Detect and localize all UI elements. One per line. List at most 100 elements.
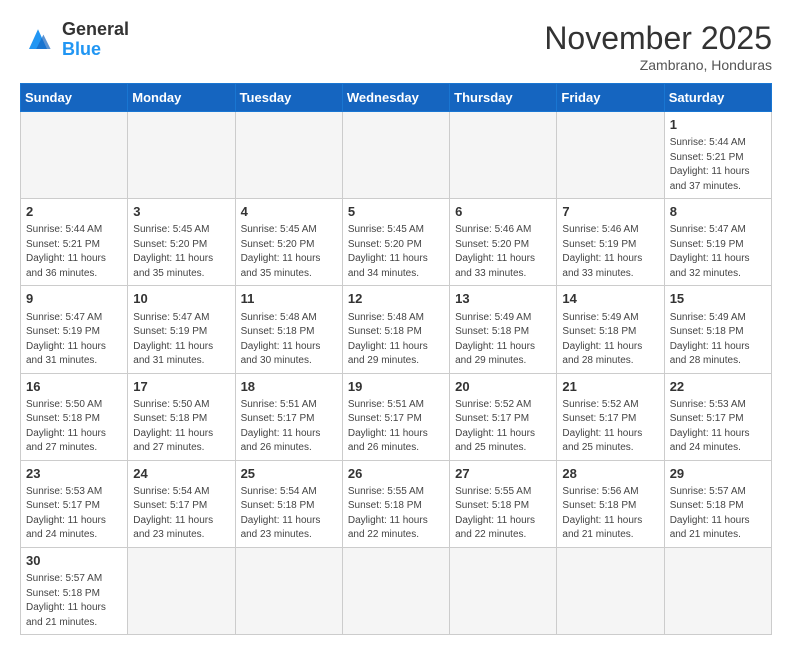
day-info: Sunrise: 5:57 AM Sunset: 5:18 PM Dayligh… bbox=[670, 485, 766, 543]
calendar-week-3: 9 Sunrise: 5:47 AM Sunset: 5:19 PM Daylig… bbox=[21, 286, 772, 373]
day-number: 20 bbox=[455, 378, 551, 396]
day-info: Sunrise: 5:57 AM Sunset: 5:18 PM Dayligh… bbox=[26, 572, 122, 630]
calendar-table: SundayMondayTuesdayWednesdayThursdayFrid… bbox=[20, 83, 772, 635]
calendar-cell bbox=[557, 547, 664, 634]
calendar-header-sunday: Sunday bbox=[21, 84, 128, 112]
location: Zambrano, Honduras bbox=[544, 57, 772, 73]
day-number: 9 bbox=[26, 290, 122, 308]
calendar-cell bbox=[450, 112, 557, 199]
calendar-week-6: 30 Sunrise: 5:57 AM Sunset: 5:18 PM Dayli… bbox=[21, 547, 772, 634]
logo-text: GeneralBlue bbox=[62, 20, 129, 60]
day-info: Sunrise: 5:47 AM Sunset: 5:19 PM Dayligh… bbox=[670, 223, 766, 281]
calendar-cell: 28 Sunrise: 5:56 AM Sunset: 5:18 PM Dayli… bbox=[557, 460, 664, 547]
day-number: 15 bbox=[670, 290, 766, 308]
day-number: 2 bbox=[26, 203, 122, 221]
logo: GeneralBlue bbox=[20, 20, 129, 60]
calendar-cell: 15Sunrise: 5:49 AM Sunset: 5:18 PM Dayli… bbox=[664, 286, 771, 373]
calendar-cell: 17 Sunrise: 5:50 AM Sunset: 5:18 PM Dayli… bbox=[128, 373, 235, 460]
calendar-cell: 25Sunrise: 5:54 AM Sunset: 5:18 PM Dayli… bbox=[235, 460, 342, 547]
calendar-week-1: 1 Sunrise: 5:44 AM Sunset: 5:21 PM Daylig… bbox=[21, 112, 772, 199]
day-info: Sunrise: 5:48 AM Sunset: 5:18 PM Dayligh… bbox=[241, 311, 337, 369]
day-number: 21 bbox=[562, 378, 658, 396]
day-info: Sunrise: 5:50 AM Sunset: 5:18 PM Dayligh… bbox=[133, 398, 229, 456]
day-info: Sunrise: 5:49 AM Sunset: 5:18 PM Dayligh… bbox=[455, 311, 551, 369]
calendar-cell bbox=[21, 112, 128, 199]
calendar-cell: 12 Sunrise: 5:48 AM Sunset: 5:18 PM Dayli… bbox=[342, 286, 449, 373]
calendar-cell bbox=[342, 112, 449, 199]
day-info: Sunrise: 5:44 AM Sunset: 5:21 PM Dayligh… bbox=[670, 136, 766, 194]
day-number: 7 bbox=[562, 203, 658, 221]
day-number: 25 bbox=[241, 465, 337, 483]
calendar-header-row: SundayMondayTuesdayWednesdayThursdayFrid… bbox=[21, 84, 772, 112]
calendar-header-monday: Monday bbox=[128, 84, 235, 112]
calendar-cell bbox=[235, 112, 342, 199]
day-info: Sunrise: 5:47 AM Sunset: 5:19 PM Dayligh… bbox=[26, 311, 122, 369]
calendar-cell bbox=[450, 547, 557, 634]
day-info: Sunrise: 5:48 AM Sunset: 5:18 PM Dayligh… bbox=[348, 311, 444, 369]
calendar-cell bbox=[235, 547, 342, 634]
calendar-cell: 13 Sunrise: 5:49 AM Sunset: 5:18 PM Dayli… bbox=[450, 286, 557, 373]
title-block: November 2025 Zambrano, Honduras bbox=[544, 20, 772, 73]
day-number: 22 bbox=[670, 378, 766, 396]
calendar-cell bbox=[128, 547, 235, 634]
calendar-cell: 9 Sunrise: 5:47 AM Sunset: 5:19 PM Daylig… bbox=[21, 286, 128, 373]
calendar-cell bbox=[557, 112, 664, 199]
calendar-cell: 3Sunrise: 5:45 AM Sunset: 5:20 PM Daylig… bbox=[128, 199, 235, 286]
calendar-cell: 1 Sunrise: 5:44 AM Sunset: 5:21 PM Daylig… bbox=[664, 112, 771, 199]
day-number: 30 bbox=[26, 552, 122, 570]
day-number: 5 bbox=[348, 203, 444, 221]
day-number: 13 bbox=[455, 290, 551, 308]
calendar-header-thursday: Thursday bbox=[450, 84, 557, 112]
day-info: Sunrise: 5:46 AM Sunset: 5:19 PM Dayligh… bbox=[562, 223, 658, 281]
day-number: 18 bbox=[241, 378, 337, 396]
day-info: Sunrise: 5:46 AM Sunset: 5:20 PM Dayligh… bbox=[455, 223, 551, 281]
calendar-cell: 23 Sunrise: 5:53 AM Sunset: 5:17 PM Dayli… bbox=[21, 460, 128, 547]
day-number: 1 bbox=[670, 116, 766, 134]
day-number: 26 bbox=[348, 465, 444, 483]
day-number: 11 bbox=[241, 290, 337, 308]
calendar-cell: 11 Sunrise: 5:48 AM Sunset: 5:18 PM Dayli… bbox=[235, 286, 342, 373]
day-number: 6 bbox=[455, 203, 551, 221]
calendar-cell: 8Sunrise: 5:47 AM Sunset: 5:19 PM Daylig… bbox=[664, 199, 771, 286]
day-number: 12 bbox=[348, 290, 444, 308]
day-info: Sunrise: 5:52 AM Sunset: 5:17 PM Dayligh… bbox=[455, 398, 551, 456]
day-number: 4 bbox=[241, 203, 337, 221]
calendar-cell: 6 Sunrise: 5:46 AM Sunset: 5:20 PM Daylig… bbox=[450, 199, 557, 286]
day-info: Sunrise: 5:53 AM Sunset: 5:17 PM Dayligh… bbox=[26, 485, 122, 543]
calendar-cell: 16Sunrise: 5:50 AM Sunset: 5:18 PM Dayli… bbox=[21, 373, 128, 460]
calendar-cell: 22 Sunrise: 5:53 AM Sunset: 5:17 PM Dayli… bbox=[664, 373, 771, 460]
calendar-cell: 14Sunrise: 5:49 AM Sunset: 5:18 PM Dayli… bbox=[557, 286, 664, 373]
day-info: Sunrise: 5:56 AM Sunset: 5:18 PM Dayligh… bbox=[562, 485, 658, 543]
day-number: 17 bbox=[133, 378, 229, 396]
calendar-cell: 21 Sunrise: 5:52 AM Sunset: 5:17 PM Dayli… bbox=[557, 373, 664, 460]
calendar-week-4: 16 Sunrise: 5:50 AM Sunset: 5:18 PM Dayli… bbox=[21, 373, 772, 460]
day-info: Sunrise: 5:55 AM Sunset: 5:18 PM Dayligh… bbox=[348, 485, 444, 543]
day-info: Sunrise: 5:44 AM Sunset: 5:21 PM Dayligh… bbox=[26, 223, 122, 281]
calendar-cell: 24Sunrise: 5:54 AM Sunset: 5:17 PM Dayli… bbox=[128, 460, 235, 547]
calendar-week-5: 23 Sunrise: 5:53 AM Sunset: 5:17 PM Dayli… bbox=[21, 460, 772, 547]
calendar-cell: 4Sunrise: 5:45 AM Sunset: 5:20 PM Daylig… bbox=[235, 199, 342, 286]
calendar-cell: 10 Sunrise: 5:47 AM Sunset: 5:19 PM Dayli… bbox=[128, 286, 235, 373]
calendar-cell: 18 Sunrise: 5:51 AM Sunset: 5:17 PM Dayli… bbox=[235, 373, 342, 460]
page-header: GeneralBlue November 2025 Zambrano, Hond… bbox=[20, 20, 772, 73]
calendar-cell: 7 Sunrise: 5:46 AM Sunset: 5:19 PM Daylig… bbox=[557, 199, 664, 286]
day-info: Sunrise: 5:52 AM Sunset: 5:17 PM Dayligh… bbox=[562, 398, 658, 456]
day-info: Sunrise: 5:47 AM Sunset: 5:19 PM Dayligh… bbox=[133, 311, 229, 369]
day-number: 19 bbox=[348, 378, 444, 396]
day-number: 10 bbox=[133, 290, 229, 308]
day-number: 23 bbox=[26, 465, 122, 483]
calendar-cell: 29Sunrise: 5:57 AM Sunset: 5:18 PM Dayli… bbox=[664, 460, 771, 547]
month-title: November 2025 bbox=[544, 20, 772, 57]
day-info: Sunrise: 5:53 AM Sunset: 5:17 PM Dayligh… bbox=[670, 398, 766, 456]
logo-icon bbox=[20, 22, 56, 58]
calendar-cell: 2 Sunrise: 5:44 AM Sunset: 5:21 PM Daylig… bbox=[21, 199, 128, 286]
calendar-cell: 20 Sunrise: 5:52 AM Sunset: 5:17 PM Dayli… bbox=[450, 373, 557, 460]
day-info: Sunrise: 5:45 AM Sunset: 5:20 PM Dayligh… bbox=[133, 223, 229, 281]
day-number: 28 bbox=[562, 465, 658, 483]
day-info: Sunrise: 5:51 AM Sunset: 5:17 PM Dayligh… bbox=[348, 398, 444, 456]
calendar-cell: 5Sunrise: 5:45 AM Sunset: 5:20 PM Daylig… bbox=[342, 199, 449, 286]
calendar-header-tuesday: Tuesday bbox=[235, 84, 342, 112]
day-number: 16 bbox=[26, 378, 122, 396]
day-info: Sunrise: 5:51 AM Sunset: 5:17 PM Dayligh… bbox=[241, 398, 337, 456]
calendar-cell: 30 Sunrise: 5:57 AM Sunset: 5:18 PM Dayli… bbox=[21, 547, 128, 634]
